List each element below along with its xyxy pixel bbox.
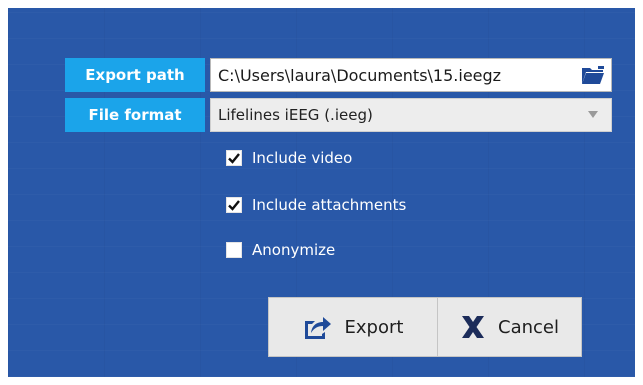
chevron-down-icon[interactable] xyxy=(581,103,605,127)
include-attachments-checkbox[interactable] xyxy=(226,197,242,213)
anonymize-option[interactable]: Anonymize xyxy=(226,241,335,259)
cancel-button[interactable]: Cancel xyxy=(437,297,582,357)
include-video-label: Include video xyxy=(252,149,353,167)
include-attachments-label: Include attachments xyxy=(252,196,407,214)
include-attachments-option[interactable]: Include attachments xyxy=(226,196,406,214)
anonymize-label: Anonymize xyxy=(252,241,336,259)
folder-icon[interactable] xyxy=(579,63,607,87)
file-format-select[interactable]: Lifelines iEEG (.ieeg) xyxy=(210,98,612,132)
export-icon xyxy=(303,313,333,341)
file-format-label: File format xyxy=(65,98,205,132)
include-video-option[interactable]: Include video xyxy=(226,149,352,167)
export-dialog: Export path C:\Users\laura\Documents\15.… xyxy=(8,8,635,377)
file-format-selected: Lifelines iEEG (.ieeg) xyxy=(218,106,373,124)
export-button-label: Export xyxy=(344,316,404,338)
anonymize-checkbox[interactable] xyxy=(226,242,242,258)
cancel-button-label: Cancel xyxy=(498,316,559,338)
export-button[interactable]: Export xyxy=(268,297,438,357)
close-icon xyxy=(460,314,486,340)
export-path-field[interactable]: C:\Users\laura\Documents\15.ieegz xyxy=(210,58,612,92)
include-video-checkbox[interactable] xyxy=(226,150,242,166)
export-path-input[interactable]: C:\Users\laura\Documents\15.ieegz xyxy=(211,66,579,85)
export-path-label: Export path xyxy=(65,58,205,92)
